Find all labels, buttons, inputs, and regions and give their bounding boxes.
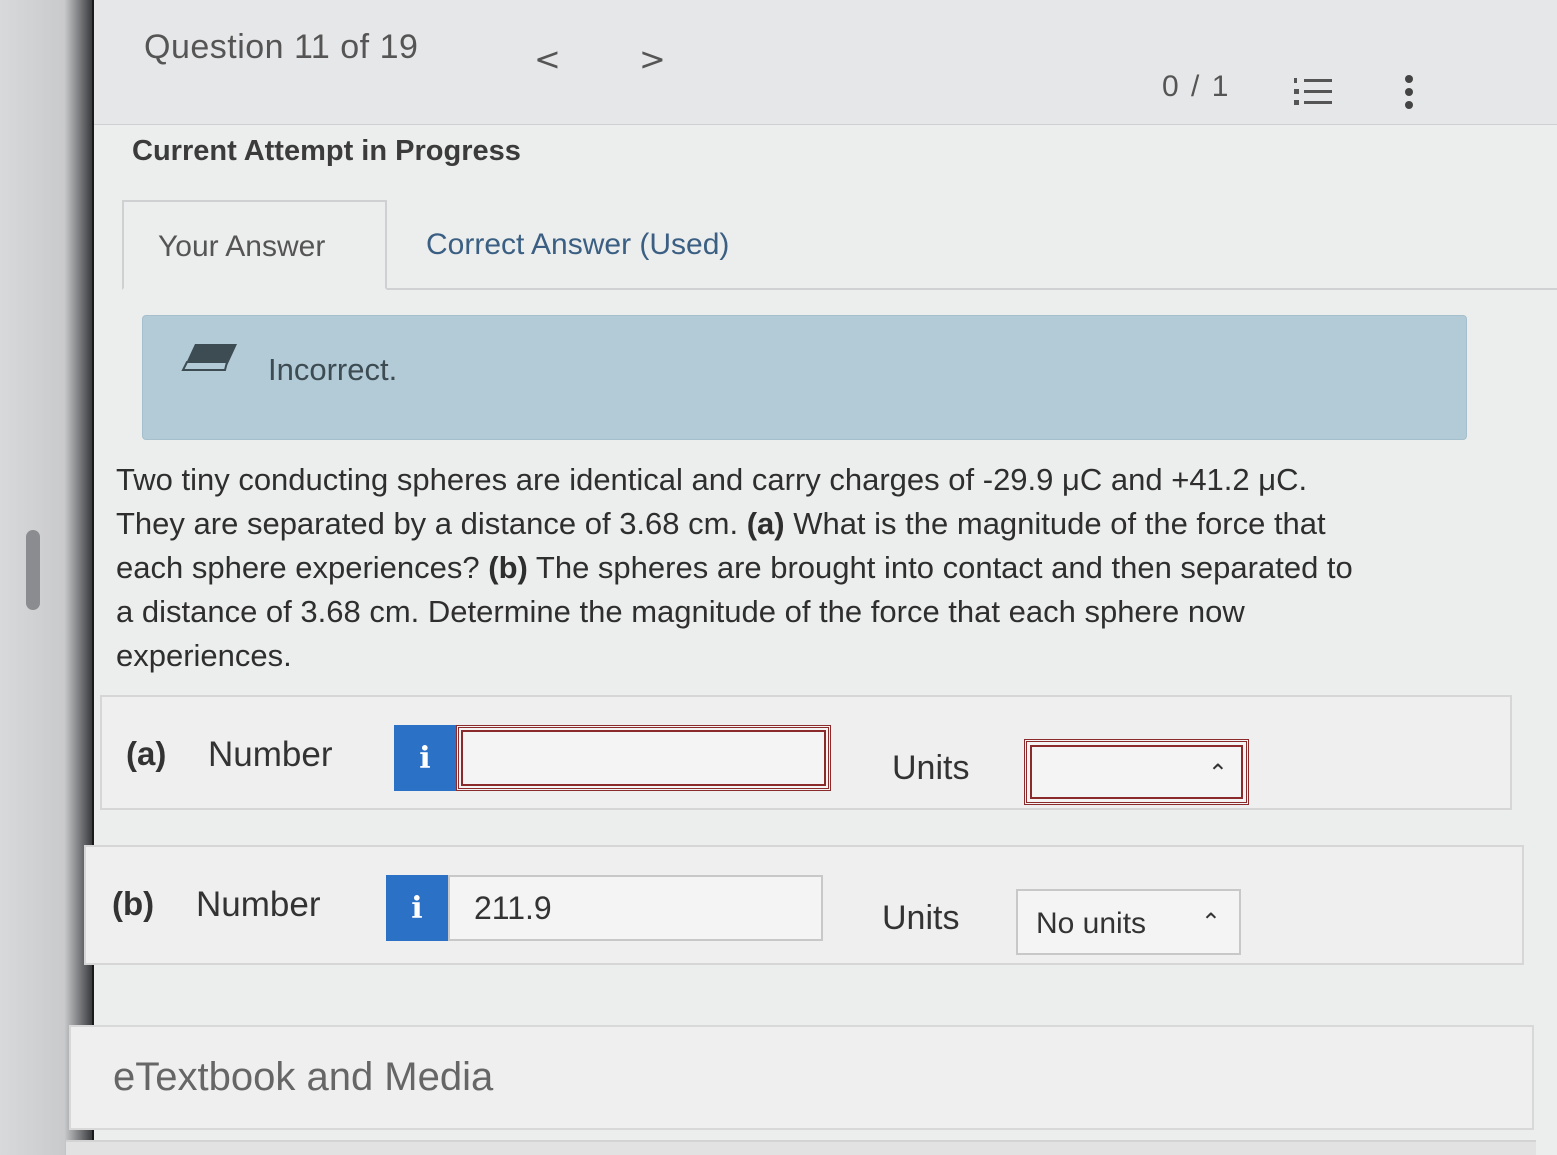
chevron-updown-icon: ⌃ [1207,759,1228,787]
info-button[interactable]: i [386,875,448,941]
bezel-slot [26,530,40,610]
question-line: They are separated by a distance of 3.68… [116,506,1326,541]
question-title: Question 11 of 19 [144,28,419,66]
vertical-dots-icon[interactable] [1402,74,1416,110]
next-section-edge [66,1140,1536,1155]
score: 0 / 1 [1162,70,1231,103]
answer-row-a: (a) Number i Units ⌃ [100,695,1512,810]
number-label: Number [208,735,333,774]
screen: Question 11 of 19 < > 0 / 1 Current Atte… [66,0,1557,1155]
eraser-icon [181,342,239,374]
etextbook-section[interactable]: eTextbook and Media [69,1025,1534,1130]
attempt-status: Current Attempt in Progress [132,135,521,167]
answer-tabs: Your Answer Correct Answer (Used) [122,200,1557,290]
device-bezel [0,0,92,1155]
question-text: Two tiny conducting spheres are identica… [116,458,1486,678]
number-label: Number [196,885,321,924]
previous-question-button[interactable]: < [534,40,561,78]
question-line: each sphere experiences? (b) The spheres… [116,550,1353,585]
numbered-list-icon[interactable] [1292,76,1334,108]
chevron-updown-icon: ⌃ [1200,908,1221,936]
question-header: Question 11 of 19 < > 0 / 1 [94,0,1557,125]
units-select-value: No units [1036,907,1147,940]
feedback-text: Incorrect. [268,352,398,387]
question-line: experiences. [116,638,292,673]
units-label: Units [882,899,960,937]
tab-your-answer[interactable]: Your Answer [122,200,387,290]
info-button[interactable]: i [394,725,456,791]
answer-row-b: (b) Number i Units No units ⌃ [84,845,1524,965]
feedback-banner: Incorrect. [142,315,1467,440]
question-line: Two tiny conducting spheres are identica… [116,462,1308,497]
units-select-a[interactable]: ⌃ [1024,739,1249,805]
units-label: Units [892,749,970,787]
part-label: (b) [112,885,155,922]
units-select-b[interactable]: No units ⌃ [1016,889,1241,955]
tab-correct-answer[interactable]: Correct Answer (Used) [392,200,763,290]
number-input-b[interactable] [448,875,823,941]
number-input-a[interactable] [456,725,831,791]
part-label: (a) [126,735,167,772]
etextbook-label: eTextbook and Media [113,1055,494,1099]
question-line: a distance of 3.68 cm. Determine the mag… [116,594,1245,629]
next-question-button[interactable]: > [639,40,666,78]
